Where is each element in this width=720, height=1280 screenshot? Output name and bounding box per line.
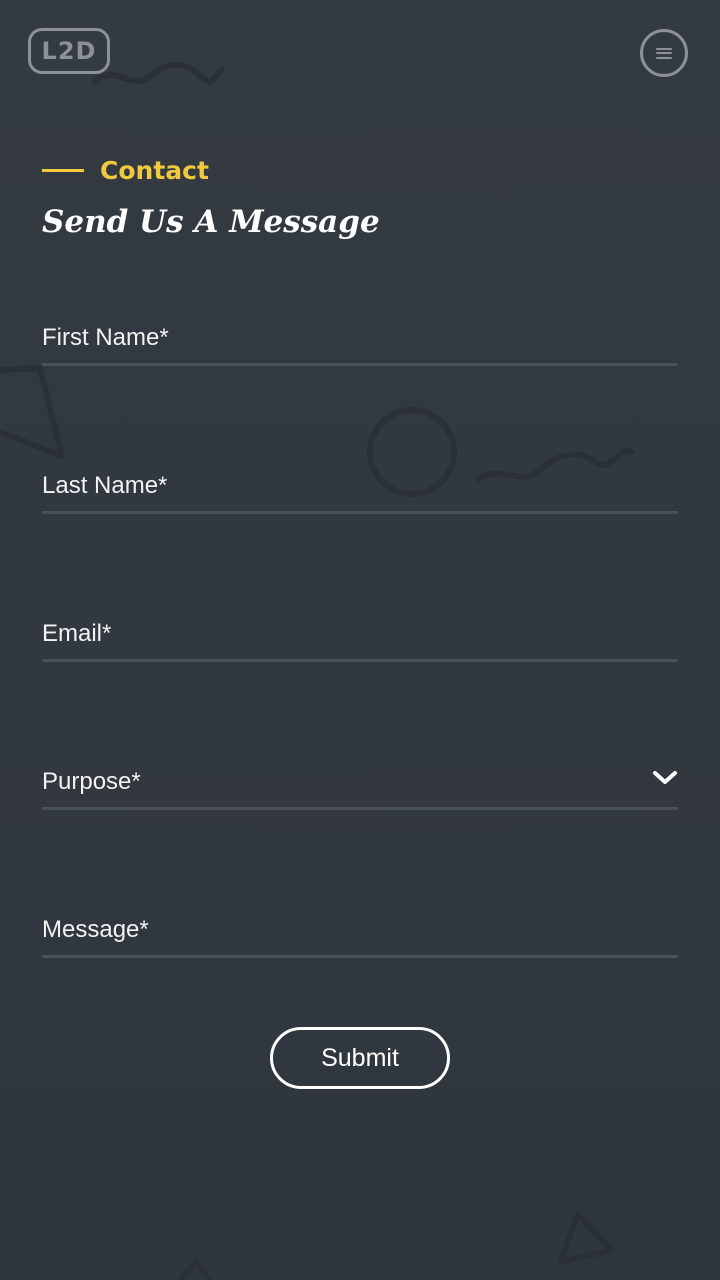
logo-text: L2D (41, 37, 97, 65)
purpose-label: Purpose* (42, 768, 141, 795)
eyebrow-label: Contact (100, 156, 209, 185)
hamburger-menu-icon (656, 47, 672, 59)
field-underline (42, 511, 678, 514)
site-logo[interactable]: L2D (28, 28, 110, 74)
purpose-select[interactable]: Purpose* (42, 740, 678, 810)
contact-page: L2D Contact Send Us A Message First Name… (0, 0, 720, 1280)
submit-button[interactable]: Submit (270, 1027, 450, 1089)
eyebrow-line (42, 169, 84, 172)
message-field[interactable]: Message* (42, 888, 678, 958)
last-name-label: Last Name* (42, 472, 168, 499)
field-underline (42, 807, 678, 810)
menu-button[interactable] (640, 29, 688, 77)
email-field[interactable]: Email* (42, 592, 678, 662)
field-underline (42, 955, 678, 958)
page-title: Send Us A Message (42, 204, 380, 240)
first-name-field[interactable]: First Name* (42, 296, 678, 366)
field-underline (42, 659, 678, 662)
message-label: Message* (42, 916, 149, 943)
first-name-label: First Name* (42, 324, 169, 351)
section-eyebrow: Contact (42, 156, 209, 185)
field-underline (42, 363, 678, 366)
last-name-field[interactable]: Last Name* (42, 444, 678, 514)
chevron-down-icon[interactable] (652, 770, 678, 786)
email-label: Email* (42, 620, 112, 647)
